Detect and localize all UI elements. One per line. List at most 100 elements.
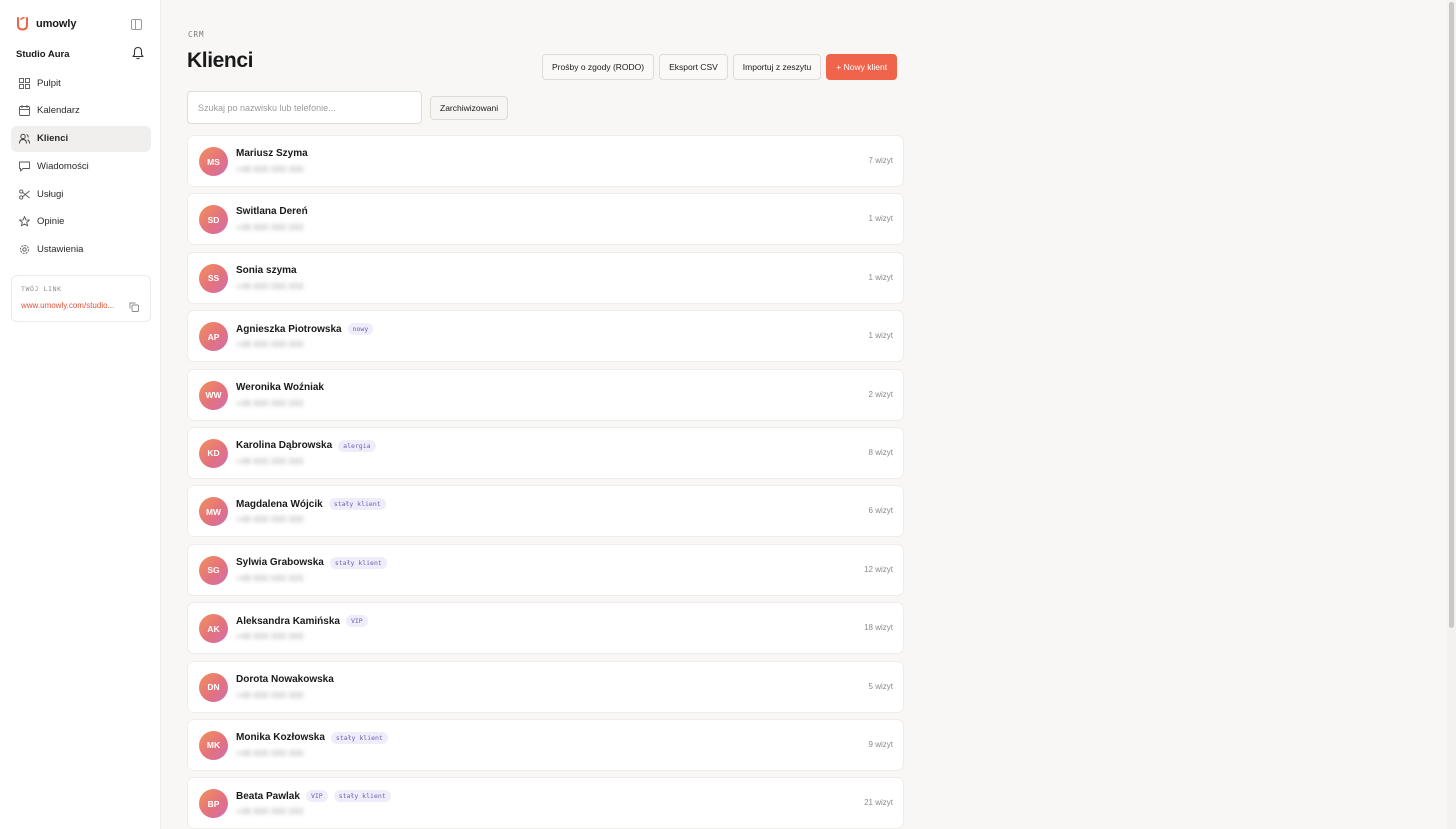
brand[interactable]: umowly — [16, 17, 76, 31]
studio-name: Studio Aura — [16, 49, 70, 60]
breadcrumb: CRM — [188, 30, 205, 39]
client-name: Agnieszka Piotrowska — [236, 323, 342, 335]
client-tag: alergia — [338, 439, 376, 452]
client-name: Switlana Dereń — [236, 206, 308, 218]
scissors-icon — [19, 189, 30, 200]
client-row[interactable]: SG Sylwia Grabowska stały klient +48 600 00… — [187, 543, 904, 596]
avatar: BP — [199, 789, 228, 819]
sidebar-item-kalendarz[interactable]: Kalendarz — [11, 98, 151, 124]
client-row[interactable]: MS Mariusz Szyma +48 600 000 000 7 wizyt — [187, 135, 904, 187]
avatar: SS — [199, 263, 228, 293]
avatar: AK — [199, 614, 228, 644]
client-visit-count: 8 wizyt — [868, 447, 893, 457]
client-row[interactable]: SD Switlana Dereń +48 600 000 000 1 wizyt — [187, 193, 904, 246]
client-row[interactable]: BP Beata Pawlak VIP stały klient +48 600 000… — [187, 777, 904, 829]
client-phone: +48 600 000 000 — [236, 690, 304, 700]
client-tag: VIP — [345, 615, 368, 628]
sidebar-item-uslugi[interactable]: Usługi — [11, 181, 151, 207]
client-name-wrap: Sonia szyma — [236, 265, 297, 276]
client-row[interactable]: MK Monika Kozłowska stały klient +48 600 00… — [187, 718, 904, 771]
client-row[interactable]: AK Aleksandra Kamińska VIP +48 600 000 000 1… — [187, 602, 904, 655]
booking-link-url[interactable]: www.umowly.com/studio... — [21, 301, 121, 310]
new-client-button[interactable]: + Nowy klient — [826, 54, 898, 80]
client-name: Dorota Nowakowska — [236, 673, 334, 685]
client-phone: +48 600 000 000 — [236, 398, 304, 408]
client-row[interactable]: KD Karolina Dąbrowska alergia +48 600 000 0… — [187, 426, 904, 479]
client-visit-count: 18 wizyt — [864, 623, 893, 633]
client-name: Sylwia Grabowska — [236, 557, 324, 569]
client-row[interactable]: DN Dorota Nowakowska +48 600 000 000 5 wizy… — [187, 660, 904, 713]
client-phone: +48 600 000 000 — [236, 632, 304, 642]
client-name-wrap: Agnieszka Piotrowska nowy — [236, 323, 374, 336]
client-name: Mariusz Szyma — [236, 148, 308, 159]
client-name: Monika Kozłowska — [236, 732, 325, 744]
avatar: KD — [199, 438, 228, 468]
import-button[interactable]: Importuj z zeszytu — [732, 54, 822, 80]
client-visit-count: 21 wizyt — [864, 798, 893, 808]
client-name-wrap: Dorota Nowakowska — [236, 674, 334, 685]
client-name-wrap: Switlana Dereń — [236, 206, 308, 217]
client-name-wrap: Beata Pawlak VIP stały klient — [236, 790, 391, 803]
sidebar-toggle-icon[interactable] — [131, 19, 142, 30]
avatar: DN — [199, 672, 228, 702]
sidebar-item-label: Opinie — [37, 216, 65, 228]
client-phone: +48 600 000 000 — [236, 340, 304, 350]
sidebar-item-pulpit[interactable]: Pulpit — [11, 70, 151, 96]
copy-icon[interactable] — [129, 302, 139, 312]
sidebar-item-label: Wiadomości — [37, 160, 89, 172]
client-visit-count: 7 wizyt — [868, 156, 893, 165]
client-phone: +48 600 000 000 — [236, 807, 304, 817]
client-name-wrap: Sylwia Grabowska stały klient — [236, 556, 387, 569]
client-name-wrap: Weronika Woźniak — [236, 382, 324, 393]
client-phone: +48 600 000 000 — [236, 515, 304, 525]
sidebar: umowly Studio Aura Pulpit Kalendarz Klie… — [0, 0, 161, 829]
client-row[interactable]: MW Magdalena Wójcik stały klient +48 600 00… — [187, 485, 904, 538]
message-icon — [19, 161, 30, 172]
sidebar-item-ustawienia[interactable]: Ustawienia — [11, 237, 151, 263]
client-visit-count: 1 wizyt — [868, 331, 893, 341]
avatar: MS — [199, 147, 228, 176]
calendar-icon — [19, 105, 30, 117]
client-name-wrap: Monika Kozłowska stały klient — [236, 731, 388, 744]
client-phone: +48 600 000 000 — [236, 573, 304, 583]
star-icon — [19, 216, 30, 227]
client-tag: stały klient — [330, 731, 388, 744]
sidebar-item-klienci[interactable]: Klienci — [11, 125, 151, 152]
archived-filter-button[interactable]: Zarchiwizowani — [430, 96, 509, 120]
client-row[interactable]: SS Sonia szyma +48 600 000 000 1 wizyt — [187, 251, 904, 304]
client-name: Karolina Dąbrowska — [236, 440, 333, 452]
client-name-wrap: Mariusz Szyma — [236, 148, 308, 159]
page-title: Klienci — [187, 49, 254, 72]
scrollbar-thumb[interactable] — [1449, 2, 1454, 628]
search-input[interactable] — [187, 91, 422, 124]
consent-requests-button[interactable]: Prośby o zgody (RODO) — [542, 54, 655, 80]
client-tag: nowy — [347, 323, 374, 336]
client-tag: stały klient — [328, 498, 386, 511]
client-row[interactable]: AP Agnieszka Piotrowska nowy +48 600 000 00… — [187, 310, 904, 363]
sidebar-item-opinie[interactable]: Opinie — [11, 209, 151, 235]
client-visit-count: 1 wizyt — [868, 214, 893, 224]
grid-icon — [19, 77, 30, 89]
avatar: SD — [199, 205, 228, 235]
avatar: SG — [199, 555, 228, 585]
client-phone: +48 600 000 000 — [236, 281, 304, 291]
sidebar-item-wiadomosci[interactable]: Wiadomości — [11, 153, 151, 179]
client-tag: stały klient — [333, 790, 391, 803]
client-list: MS Mariusz Szyma +48 600 000 000 7 wizyt SD S… — [187, 135, 904, 829]
bell-icon[interactable] — [132, 46, 144, 60]
logo-icon — [17, 17, 28, 31]
gear-icon — [20, 245, 29, 255]
app-name: umowly — [36, 18, 77, 30]
booking-link-label: TWÓJ LINK — [21, 285, 62, 293]
client-name: Aleksandra Kamińska — [236, 615, 340, 627]
client-visit-count: 2 wizyt — [868, 389, 893, 399]
sidebar-nav: Pulpit Kalendarz Klienci Wiadomości Usłu… — [11, 70, 151, 265]
scrollbar[interactable] — [1447, 0, 1456, 829]
client-tag: VIP — [305, 790, 328, 803]
avatar: MW — [199, 497, 228, 527]
export-csv-button[interactable]: Eksport CSV — [659, 54, 728, 80]
client-visit-count: 6 wizyt — [868, 506, 893, 516]
booking-link-card: TWÓJ LINK www.umowly.com/studio... — [11, 275, 151, 322]
client-row[interactable]: WW Weronika Woźniak +48 600 000 000 2 wizyt — [187, 368, 904, 421]
client-tag: stały klient — [329, 556, 387, 569]
